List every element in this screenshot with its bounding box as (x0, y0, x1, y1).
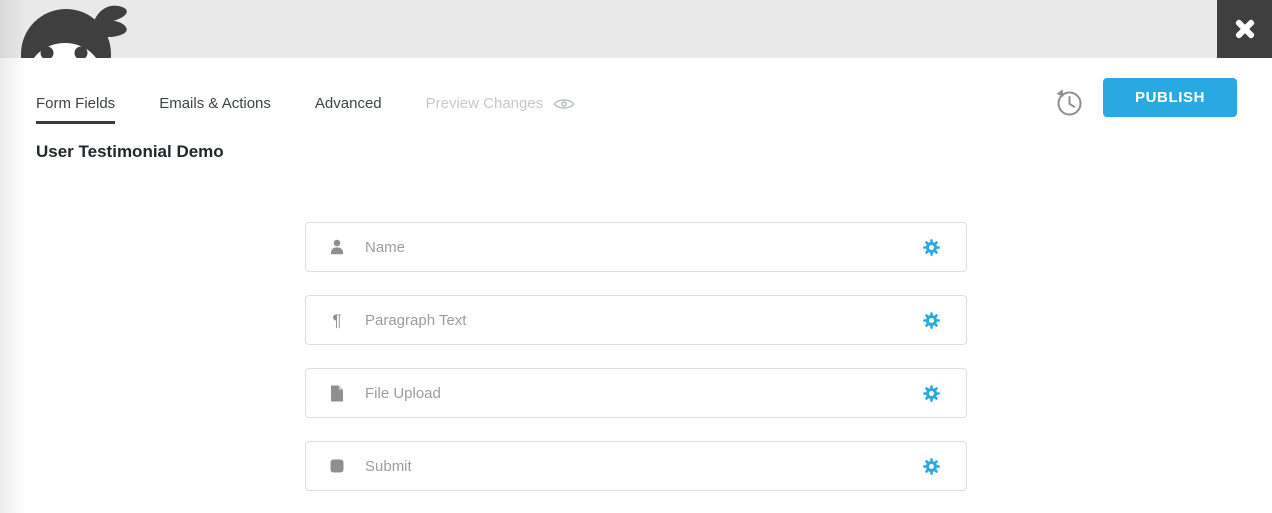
field-label: Paragraph Text (365, 312, 466, 329)
close-icon (1233, 17, 1257, 41)
file-icon (328, 385, 346, 402)
gear-icon[interactable] (922, 311, 941, 330)
publish-button[interactable]: PUBLISH (1103, 78, 1237, 117)
ninja-forms-logo (18, 0, 133, 58)
pilcrow-icon: ¶ (328, 312, 346, 329)
left-edge-shadow (0, 0, 26, 513)
gear-icon[interactable] (922, 238, 941, 257)
history-button[interactable] (1053, 87, 1085, 119)
gear-icon[interactable] (922, 384, 941, 403)
eye-icon (553, 97, 575, 111)
button-icon (328, 459, 346, 473)
close-button[interactable] (1217, 0, 1272, 58)
field-label: File Upload (365, 385, 441, 402)
history-undo-icon (1053, 87, 1085, 119)
tab-emails-actions[interactable]: Emails & Actions (159, 95, 271, 121)
field-label: Name (365, 239, 405, 256)
tab-form-fields[interactable]: Form Fields (36, 95, 115, 124)
user-icon (328, 239, 346, 255)
field-row-file-upload[interactable]: File Upload (305, 368, 967, 418)
tab-label: Form Fields (36, 95, 115, 112)
tab-advanced[interactable]: Advanced (315, 95, 382, 121)
field-row-name[interactable]: Name (305, 222, 967, 272)
field-label: Submit (365, 458, 412, 475)
tab-label: Emails & Actions (159, 95, 271, 112)
field-row-paragraph-text[interactable]: ¶ Paragraph Text (305, 295, 967, 345)
tab-label: Advanced (315, 95, 382, 112)
app-header (0, 0, 1272, 58)
tab-label: Preview Changes (426, 95, 544, 112)
builder-tabs: Form Fields Emails & Actions Advanced Pr… (36, 95, 575, 124)
tab-preview-changes[interactable]: Preview Changes (426, 95, 576, 121)
gear-icon[interactable] (922, 457, 941, 476)
field-row-submit[interactable]: Submit (305, 441, 967, 491)
form-title[interactable]: User Testimonial Demo (36, 142, 224, 162)
form-fields-canvas: Name ¶ Paragraph Text (305, 222, 967, 491)
